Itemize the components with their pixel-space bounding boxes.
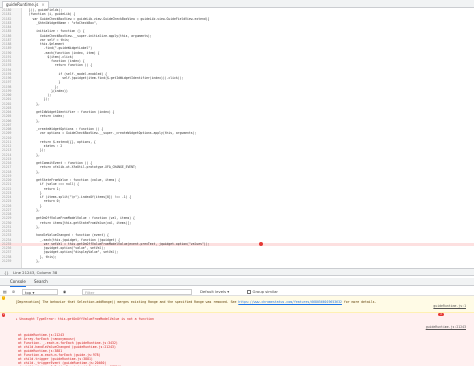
code-line: 21222 return 1; — [0, 187, 474, 191]
code-line: 21226 } — [0, 204, 474, 208]
file-tab-label: guideRuntime.js — [6, 2, 39, 7]
code-text: }, — [25, 101, 40, 106]
code-line: 21183 _$htmlWidgetName : "xfaCheckBox", — [0, 20, 474, 25]
group-similar-label: Group similar — [252, 289, 279, 294]
code-text: var options = GuideCheckBoxView.__super.… — [25, 131, 197, 136]
drawer-tabs: Console Search — [0, 278, 474, 287]
line-number[interactable]: 21239 — [2, 259, 20, 263]
code-text: }, — [25, 224, 40, 229]
error-text: Uncaught TypeError: this.getOnOffValueFr… — [19, 317, 154, 321]
code-text: return xfalib.ut.XfaUtil.prototype.XFA_C… — [25, 165, 137, 170]
context-select[interactable]: top ▾ — [22, 288, 58, 295]
code-text: _$htmlWidgetName : "xfaCheckBox", — [25, 20, 98, 25]
log-levels-dropdown[interactable]: Default levels ▾ — [200, 287, 229, 296]
code-line: 21239 }, — [0, 258, 474, 263]
pretty-print-icon[interactable]: {} — [4, 270, 9, 275]
tab-search[interactable]: Search — [34, 278, 48, 286]
code-line: 21197 } — [0, 80, 474, 84]
warning-message: ! [Deprecation] The behavior that Selecti… — [0, 296, 474, 313]
clear-console-icon[interactable]: ⊘ — [12, 287, 15, 296]
code-line: 21193 return function () { — [0, 63, 474, 68]
context-value: top — [25, 289, 32, 295]
error-icon: × — [2, 313, 6, 317]
warning-link[interactable]: https://www.chromestatus.com/features/66… — [238, 300, 342, 304]
file-tab-bar: guideRuntime.js × — [0, 0, 474, 8]
console-toolbar: ▤ ⊘ top ▾ ◉ Filter Default levels ▾ Grou… — [0, 287, 474, 296]
warning-icon: ! — [2, 296, 6, 300]
filter-input[interactable]: Filter — [82, 288, 192, 295]
error-marker-icon[interactable] — [259, 242, 263, 247]
code-text: }, — [25, 118, 40, 123]
code-line: 21238 }, this); — [0, 255, 474, 259]
error-message[interactable]: × ▸ Uncaught TypeError: this.getOnOffValu… — [0, 313, 474, 333]
code-line: 21212 states : 2 — [0, 144, 474, 148]
code-text: }, — [25, 207, 40, 212]
code-line: 21218 }, — [0, 169, 474, 174]
code-text: }, — [25, 169, 40, 174]
code-line: 21230 return items[this.getStateFromValu… — [0, 220, 474, 225]
cursor-position: Line 21243, Column 38 — [13, 270, 58, 275]
code-line: 21202 }, — [0, 101, 474, 106]
code-editor[interactable]: 21180 }(), guideFields); 21181 (function … — [0, 8, 474, 268]
code-line: 21227 }, — [0, 207, 474, 212]
code-line: 21201 }); — [0, 97, 474, 101]
file-tab-guide-runtime[interactable]: guideRuntime.js × — [2, 1, 49, 8]
code-text: }, — [25, 258, 40, 263]
editor-status-bar: {} Line 21243, Column 38 — [0, 268, 474, 276]
code-line: 21221 if (value === null) { — [0, 182, 474, 186]
code-line: 21224 if (items.split("\n").indexOf(item… — [0, 195, 474, 199]
code-line: 21187 var self = this; — [0, 38, 474, 42]
code-line: 21214 }, — [0, 152, 474, 157]
code-line: 21204 getIdWidgetIdentifier : function (… — [0, 110, 474, 114]
code-line: 21186 GuideCheckBoxView.__super.initiali… — [0, 34, 474, 38]
code-line: 21209 var options = GuideCheckBoxView.__… — [0, 131, 474, 136]
eye-icon[interactable]: ◉ — [63, 287, 66, 296]
close-icon[interactable]: × — [41, 2, 44, 7]
group-similar-checkbox[interactable] — [247, 290, 251, 294]
code-line: 21231 }, — [0, 224, 474, 229]
stack-frames: at guideRuntime.js:21243 at Array.forEach… — [0, 333, 474, 366]
code-line: 21211 return $.extend({}, options, { — [0, 140, 474, 144]
code-line: 21237 jqwidget.option("displayValue", se… — [0, 250, 474, 254]
code-line: 21198 }; — [0, 85, 474, 89]
code-line: 21225 return 0; — [0, 199, 474, 203]
group-similar-toggle[interactable]: Group similar — [247, 287, 278, 296]
console-messages: ! [Deprecation] The behavior that Selecti… — [0, 296, 474, 366]
code-line: 21200 ); — [0, 93, 474, 97]
code-text: }, — [25, 152, 40, 157]
error-count-badge: 2 — [438, 313, 444, 317]
code-line: 21213 }); — [0, 148, 474, 152]
code-line: 21199 }(index)) — [0, 89, 474, 93]
code-line: 21206 }, — [0, 118, 474, 123]
code-text: return function () { — [25, 63, 93, 68]
code-line: 21217 return xfalib.ut.XfaUtil.prototype… — [0, 165, 474, 170]
code-line: 21205 return index; — [0, 114, 474, 118]
warning-text-after: for more details. — [341, 300, 377, 304]
tab-console[interactable]: Console — [10, 278, 26, 287]
warning-source-link[interactable]: guideRuntime.js:1 — [433, 304, 466, 308]
error-source-link[interactable]: guideRuntime.js:21243 — [426, 325, 466, 329]
warning-text: [Deprecation] The behavior that Selectio… — [15, 300, 239, 304]
sidebar-toggle-icon[interactable]: ▤ — [3, 287, 7, 296]
code-line: 21196 self.jqwidget(item.find($.getIdWid… — [0, 76, 474, 80]
code-text: return items[this.getStateFromValue(val,… — [25, 220, 132, 225]
